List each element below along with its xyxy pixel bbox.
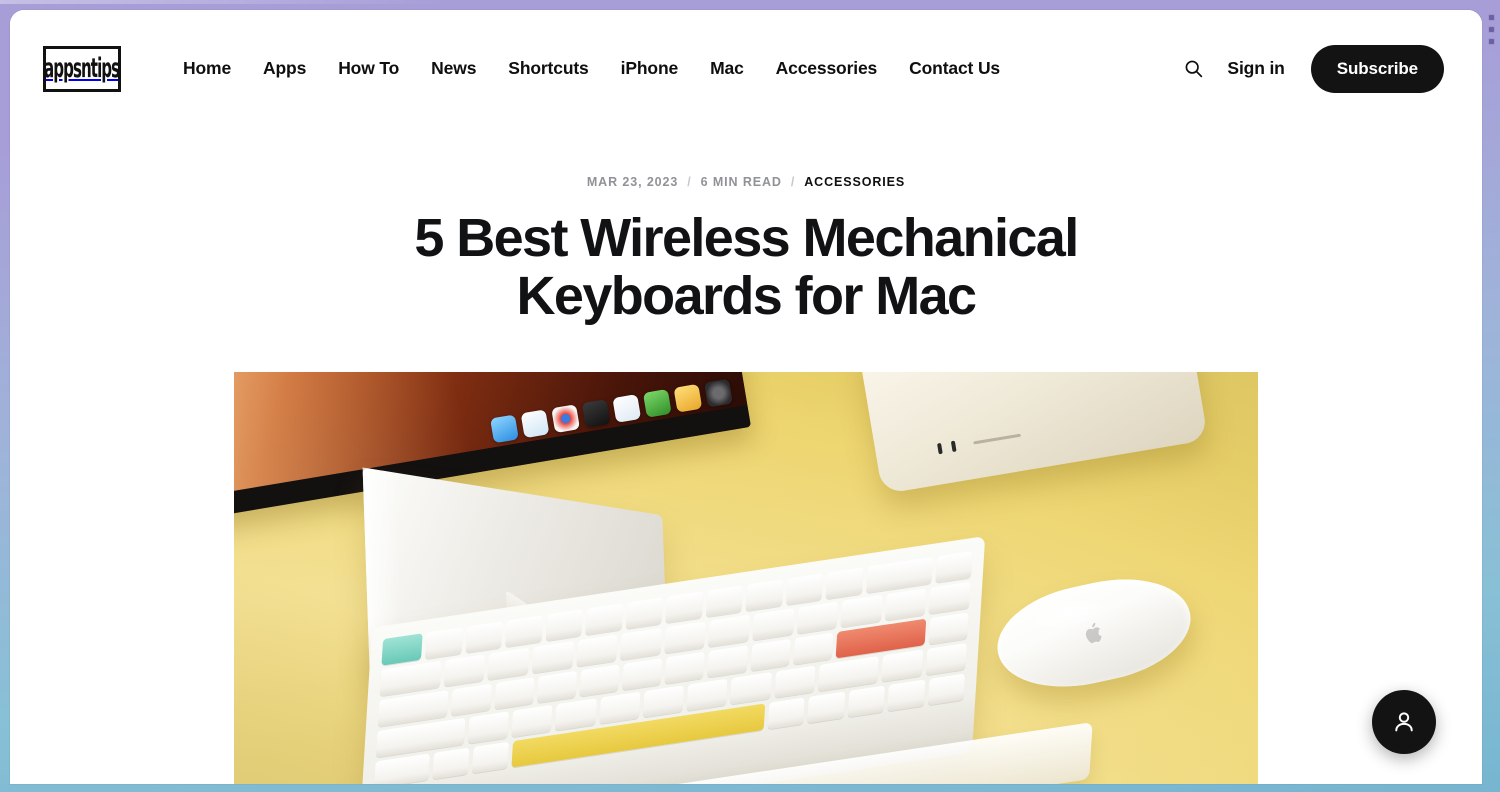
header-actions: Sign in Subscribe	[1175, 44, 1444, 93]
account-icon	[1395, 712, 1413, 732]
finder-icon	[490, 414, 519, 443]
site-logo-text: appsntips	[44, 53, 120, 84]
sketch-icon	[673, 383, 703, 413]
nav-item-news[interactable]: News	[415, 52, 492, 85]
evernote-icon	[642, 388, 672, 418]
sign-in-link[interactable]: Sign in	[1227, 58, 1284, 79]
page-canvas: appsntips Home Apps How To News Shortcut…	[10, 10, 1482, 784]
article-meta: MAR 23, 2023 / 6 MIN READ / ACCESSORIES	[10, 175, 1482, 189]
main-navigation: Home Apps How To News Shortcuts iPhone M…	[167, 52, 1016, 85]
disc-app-icon	[704, 378, 733, 408]
subscribe-button[interactable]: Subscribe	[1310, 44, 1444, 93]
delete-key	[934, 550, 973, 583]
article: MAR 23, 2023 / 6 MIN READ / ACCESSORIES …	[10, 127, 1482, 784]
meta-separator: /	[687, 175, 692, 189]
arrow-down-key	[887, 679, 926, 712]
publish-date: MAR 23, 2023	[586, 175, 679, 189]
hero-image	[234, 371, 1258, 784]
light-app-icon	[612, 393, 642, 423]
end-key	[925, 642, 967, 675]
category-link[interactable]: ACCESSORIES	[804, 175, 905, 189]
pgdn-key	[928, 611, 969, 645]
nav-item-iphone[interactable]: iPhone	[605, 52, 694, 85]
usb-c-port	[937, 442, 943, 455]
nav-item-accessories[interactable]: Accessories	[760, 52, 893, 85]
nav-item-mac[interactable]: Mac	[694, 52, 760, 85]
search-button[interactable]	[1175, 51, 1211, 87]
site-header: appsntips Home Apps How To News Shortcut…	[10, 10, 1482, 127]
search-icon	[1185, 60, 1203, 78]
tab-key	[379, 660, 442, 696]
nav-item-home[interactable]: Home	[167, 52, 247, 85]
right-shift-key	[817, 655, 880, 692]
handle-dot	[1487, 26, 1495, 33]
nav-item-contact-us[interactable]: Contact Us	[893, 52, 1016, 85]
right-command-key	[767, 697, 806, 729]
backspace-key	[865, 556, 933, 593]
card-slot	[973, 433, 1022, 445]
studio-ports	[937, 429, 1022, 455]
read-time: 6 MIN READ	[700, 175, 782, 189]
handle-dot	[1487, 14, 1495, 21]
site-logo[interactable]: appsntips	[43, 45, 121, 92]
meta-separator: /	[790, 175, 796, 189]
command-key	[471, 741, 510, 774]
handle-dot	[1487, 38, 1495, 45]
fn-key	[807, 691, 846, 723]
hero-image-wrapper	[10, 371, 1482, 784]
arrow-left-key	[847, 685, 886, 717]
pgup-key	[928, 581, 971, 614]
option-key	[431, 747, 470, 780]
arrow-up-key	[881, 649, 924, 682]
safari-icon	[520, 409, 550, 438]
nav-item-how-to[interactable]: How To	[322, 52, 415, 85]
chrome-icon	[551, 403, 581, 433]
usb-c-port	[950, 440, 957, 452]
escape-key	[381, 632, 423, 666]
control-key	[373, 753, 430, 784]
window-drag-handle[interactable]	[1485, 14, 1497, 45]
browser-frame: appsntips Home Apps How To News Shortcut…	[0, 0, 1500, 792]
arrow-right-key	[927, 673, 966, 706]
nav-item-apps[interactable]: Apps	[247, 52, 322, 85]
account-fab-button[interactable]	[1372, 690, 1436, 754]
apple-logo-icon	[1085, 622, 1102, 643]
dark-app-icon	[581, 398, 611, 428]
page-title: 5 Best Wireless Mechanical Keyboards for…	[414, 208, 1079, 327]
nav-item-shortcuts[interactable]: Shortcuts	[492, 52, 604, 85]
